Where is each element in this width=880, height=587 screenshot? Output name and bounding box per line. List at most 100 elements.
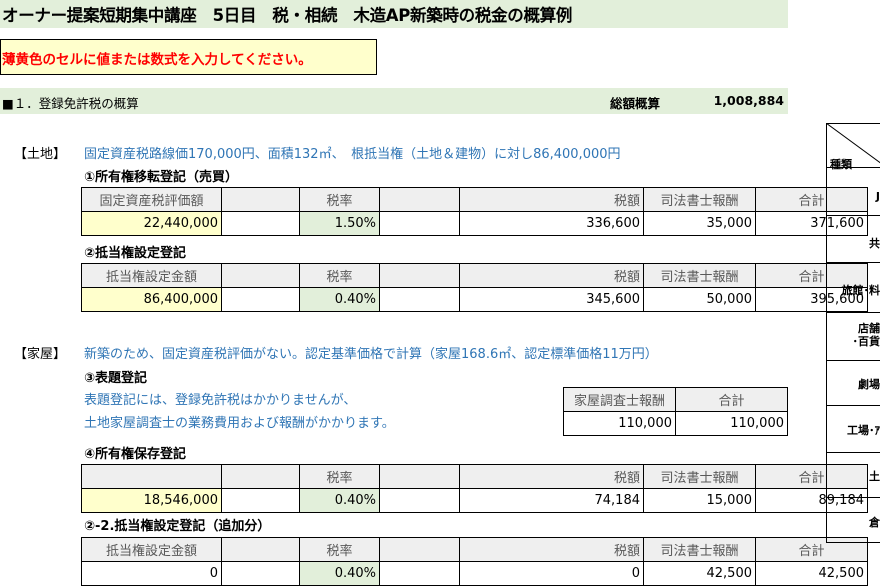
reg4-title: ④所有権保存登記 xyxy=(84,447,187,462)
house-description: 新築のため、固定資産税評価がない。認定基準価格で計算（家屋168.6㎡、認定標準… xyxy=(84,347,658,362)
reg3-note-2: 土地家屋調査士の業務費用および報酬がかかります。 xyxy=(84,416,395,431)
right-table-cell[interactable]: 工場･ｱ xyxy=(830,422,880,438)
input-cell[interactable]: 18,546,000 xyxy=(81,488,222,513)
reg1-title: ①所有権移転登記（売買） xyxy=(84,170,239,185)
row-divider xyxy=(826,215,880,216)
header-cell[interactable]: 抵当権設定金額 xyxy=(81,537,222,562)
header-cell[interactable] xyxy=(379,187,460,212)
reg3-title: ③表題登記 xyxy=(84,371,148,386)
table-cell[interactable] xyxy=(379,211,460,236)
header-cell[interactable]: 司法書士報酬 xyxy=(643,187,756,212)
header-cell[interactable]: 司法書士報酬 xyxy=(643,537,756,562)
tax-cell[interactable]: 336,600 xyxy=(459,211,644,236)
fee-cell[interactable]: 35,000 xyxy=(643,211,756,236)
right-table-cell[interactable]: J xyxy=(830,190,880,203)
input-cell[interactable]: 0 xyxy=(81,561,222,586)
row-divider xyxy=(826,497,880,498)
table-cell[interactable] xyxy=(221,211,300,236)
table-header-row: 抵当権設定金額 税率 税額 司法書士報酬 合計 xyxy=(81,263,868,288)
header-cell[interactable]: 固定資産税評価額 xyxy=(81,187,222,212)
right-table-cell[interactable]: 共 xyxy=(830,235,880,251)
table-row: 22,440,000 1.50% 336,600 35,000 371,600 xyxy=(81,211,868,236)
table-row: 0 0.40% 0 42,500 42,500 xyxy=(81,561,868,586)
tax-cell[interactable]: 0 xyxy=(459,561,644,586)
row-divider xyxy=(826,405,880,406)
table-cell[interactable] xyxy=(221,287,300,312)
table-cell[interactable] xyxy=(379,287,460,312)
total-label: 総額概算 xyxy=(610,96,661,111)
header-cell[interactable]: 合計 xyxy=(675,387,788,412)
sheet-title: オーナー提案短期集中講座 5日目 税・相続 木造AP新築時の税金の概算例 xyxy=(2,6,573,25)
reg2-title: ②抵当権設定登記 xyxy=(84,246,187,261)
table-header-row: 税率 税額 司法書士報酬 合計 xyxy=(81,464,868,489)
table-cell[interactable] xyxy=(379,561,460,586)
total-cell[interactable]: 110,000 xyxy=(675,411,788,436)
rate-cell[interactable]: 0.40% xyxy=(299,488,380,513)
reg5-title: ②-2.抵当権設定登記（追加分） xyxy=(84,519,271,534)
right-table-cell[interactable]: 劇場 xyxy=(830,376,880,392)
header-cell[interactable]: 司法書士報酬 xyxy=(643,263,756,288)
land-tag: 【土地】 xyxy=(14,147,67,162)
fee-cell[interactable]: 50,000 xyxy=(643,287,756,312)
row-divider xyxy=(826,360,880,361)
header-cell[interactable]: 司法書士報酬 xyxy=(643,464,756,489)
table-row: 110,000 110,000 xyxy=(563,411,788,436)
row-divider xyxy=(826,262,880,263)
row-divider xyxy=(826,452,880,453)
table-cell[interactable] xyxy=(379,488,460,513)
fee-cell[interactable]: 110,000 xyxy=(563,411,676,436)
header-cell[interactable]: 税額 xyxy=(459,464,644,489)
header-cell[interactable]: 税額 xyxy=(459,187,644,212)
header-cell[interactable]: 抵当権設定金額 xyxy=(81,263,222,288)
total-cell[interactable]: 42,500 xyxy=(755,561,868,586)
right-table-cell[interactable]: 土 xyxy=(830,468,880,484)
header-cell[interactable] xyxy=(221,464,300,489)
rate-cell[interactable]: 0.40% xyxy=(299,561,380,586)
header-cell[interactable]: 税額 xyxy=(459,263,644,288)
rate-cell[interactable]: 0.40% xyxy=(299,287,380,312)
section-heading: ■１．登録免許税の概算 xyxy=(2,96,139,111)
header-cell[interactable]: 税率 xyxy=(299,187,380,212)
header-cell[interactable] xyxy=(221,263,300,288)
header-cell[interactable]: 家屋調査士報酬 xyxy=(563,387,676,412)
right-table-cell[interactable]: 倉 xyxy=(830,514,880,530)
header-cell[interactable] xyxy=(379,464,460,489)
table-header-row: 固定資産税評価額 税率 税額 司法書士報酬 合計 xyxy=(81,187,868,212)
tax-cell[interactable]: 345,600 xyxy=(459,287,644,312)
table-row: 86,400,000 0.40% 345,600 50,000 395,600 xyxy=(81,287,868,312)
right-table-cell[interactable]: 店舗 ･百貨 xyxy=(830,322,880,348)
header-cell[interactable]: 税額 xyxy=(459,537,644,562)
header-cell[interactable] xyxy=(221,187,300,212)
reg3-note-1: 表題登記には、登録免許税はかかりませんが、 xyxy=(84,393,357,408)
right-table-header: 種類 xyxy=(830,158,852,171)
table-row: 18,546,000 0.40% 74,184 15,000 89,184 xyxy=(81,488,868,513)
notice-text: 薄黄色のセルに値または数式を入力してください。 xyxy=(2,52,312,68)
fee-cell[interactable]: 15,000 xyxy=(643,488,756,513)
house-tag: 【家屋】 xyxy=(14,347,67,362)
header-cell[interactable]: 税率 xyxy=(299,537,380,562)
row-divider xyxy=(826,312,880,313)
header-cell[interactable] xyxy=(379,263,460,288)
input-cell[interactable]: 86,400,000 xyxy=(81,287,222,312)
header-cell[interactable] xyxy=(221,537,300,562)
reg4-table: 税率 税額 司法書士報酬 合計 18,546,000 0.40% 74,184 … xyxy=(81,464,868,513)
table-cell[interactable] xyxy=(221,488,300,513)
rate-cell[interactable]: 1.50% xyxy=(299,211,380,236)
row-divider xyxy=(826,167,880,168)
header-cell[interactable]: 税率 xyxy=(299,464,380,489)
table-cell[interactable] xyxy=(221,561,300,586)
header-cell[interactable]: 税率 xyxy=(299,263,380,288)
right-table-cell[interactable]: 旅館･料 xyxy=(830,282,880,298)
total-value-cell[interactable]: 1,008,884 xyxy=(690,93,784,108)
reg3-table: 家屋調査士報酬 合計 110,000 110,000 xyxy=(563,387,788,436)
reg2-table: 抵当権設定金額 税率 税額 司法書士報酬 合計 86,400,000 0.40%… xyxy=(81,263,868,312)
header-cell[interactable] xyxy=(81,464,222,489)
tax-cell[interactable]: 74,184 xyxy=(459,488,644,513)
input-cell[interactable]: 22,440,000 xyxy=(81,211,222,236)
land-description: 固定資産税路線価170,000円、面積132㎡、 根抵当権（土地＆建物）に対し8… xyxy=(84,147,621,162)
reg1-table: 固定資産税評価額 税率 税額 司法書士報酬 合計 22,440,000 1.50… xyxy=(81,187,868,236)
header-cell[interactable] xyxy=(379,537,460,562)
fee-cell[interactable]: 42,500 xyxy=(643,561,756,586)
table-header-row: 家屋調査士報酬 合計 xyxy=(563,387,788,412)
table-header-row: 抵当権設定金額 税率 税額 司法書士報酬 合計 xyxy=(81,537,868,562)
